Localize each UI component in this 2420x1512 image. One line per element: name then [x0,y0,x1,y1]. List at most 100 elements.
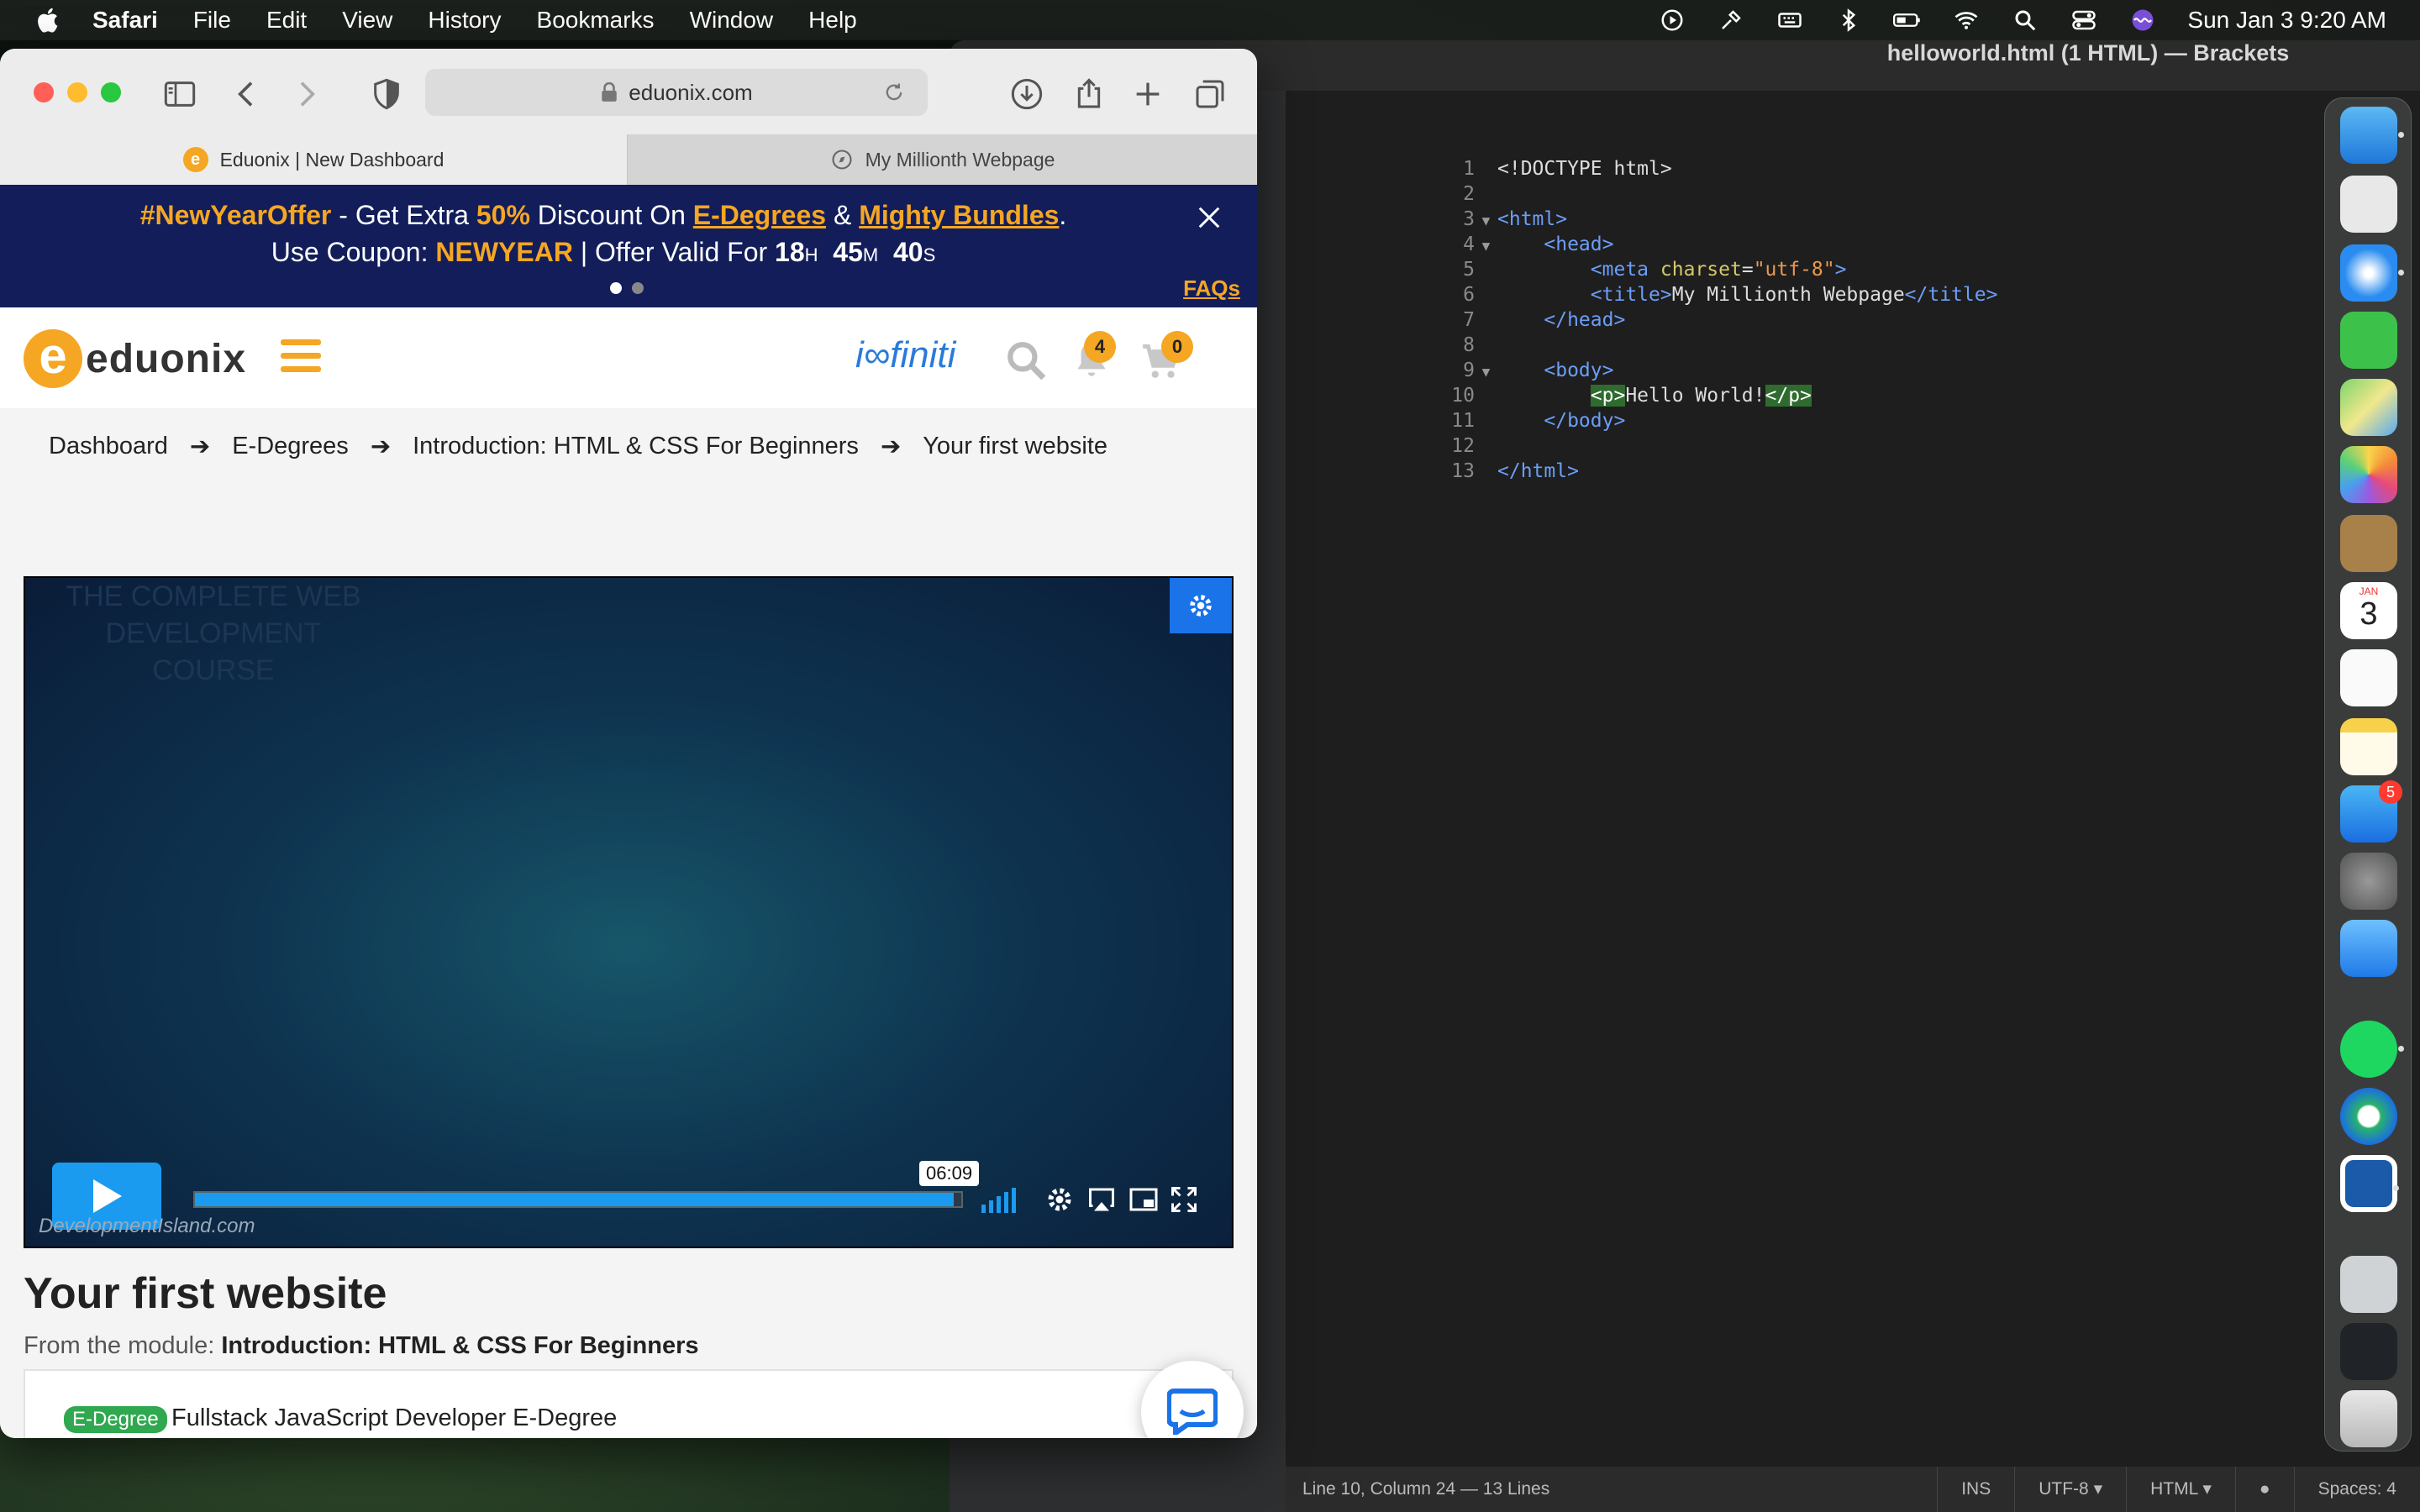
share-icon[interactable] [1072,77,1106,111]
code-editor[interactable]: 1 <!DOCTYPE html> 2 3 ▼ <html> 4 ▼ <head> 5 … [1286,91,2420,1512]
breadcrumb-module[interactable]: Introduction: HTML & CSS For Beginners [413,433,859,460]
volume-level-icon[interactable] [981,1183,1016,1213]
reminders-icon[interactable] [2340,649,2397,706]
close-window-button[interactable] [34,82,54,102]
indent-spaces[interactable]: Spaces: 4 [2293,1467,2420,1512]
code-line[interactable]: 8 [1286,333,1475,358]
menu-window[interactable]: Window [690,7,774,34]
reload-icon[interactable] [882,81,906,104]
recent-window-icon[interactable] [2340,1323,2397,1380]
privacy-shield-icon[interactable] [370,77,403,111]
code-line[interactable]: 4 ▼ <head> [1286,232,1613,257]
downloads-stack-icon[interactable] [2340,1256,2397,1313]
close-icon[interactable] [1197,205,1222,230]
mail-icon[interactable] [2340,920,2397,977]
siri-icon[interactable] [2128,8,2157,33]
promo-hashtag[interactable]: #NewYearOffer [140,200,332,230]
fullscreen-icon[interactable] [1168,1184,1200,1215]
menu-bookmarks[interactable]: Bookmarks [537,7,655,34]
minimize-window-button[interactable] [67,82,87,102]
menu-help[interactable]: Help [808,7,857,34]
code-line[interactable]: 13 </html> [1286,459,1579,484]
menu-history[interactable]: History [428,7,501,34]
promo-text: | Offer Valid For [572,237,776,267]
code-line[interactable]: 9 ▼ <body> [1286,358,1613,383]
picture-in-picture-icon[interactable] [1128,1184,1160,1215]
launchpad-icon[interactable] [2340,176,2397,233]
battery-icon[interactable] [1893,8,1922,33]
module-name[interactable]: Introduction: HTML & CSS For Beginners [221,1332,698,1359]
fold-arrow-icon[interactable]: ▼ [1475,208,1497,234]
zoom-window-button[interactable] [101,82,121,102]
tab-overview-icon[interactable] [1193,77,1227,111]
finder-icon[interactable] [2340,107,2404,164]
encoding-select[interactable]: UTF-8 ▾ [2014,1467,2126,1512]
new-tab-icon[interactable] [1131,77,1165,111]
keyboard-icon[interactable] [1776,8,1804,33]
photos-icon[interactable] [2340,446,2397,503]
code-line[interactable]: 7 </head> [1286,307,1625,333]
wifi-icon[interactable] [1952,8,1981,33]
apple-menu-icon[interactable] [34,5,64,35]
trash-icon[interactable] [2340,1390,2397,1447]
downloads-icon[interactable] [1010,77,1044,111]
code-line[interactable]: 3 ▼ <html> [1286,207,1567,232]
app-store-icon[interactable]: 5 [2340,780,2402,843]
video-settings-button[interactable] [1170,578,1232,633]
tab-eduonix-dashboard[interactable]: e Eduonix | New Dashboard [0,134,627,185]
promo-bundles-link[interactable]: Mighty Bundles [859,200,1059,230]
code-line[interactable]: 1 <!DOCTYPE html> [1286,156,1672,181]
bluetooth-icon[interactable] [1834,8,1863,33]
control-center-icon[interactable] [2070,8,2098,33]
notes-icon[interactable] [2340,718,2397,775]
maps-icon[interactable] [2340,379,2397,436]
tools-icon[interactable] [1717,8,1745,33]
menubar-clock[interactable]: Sun Jan 3 9:20 AM [2187,7,2386,34]
menu-edit[interactable]: Edit [266,7,307,34]
video-quality-gear-icon[interactable] [1044,1184,1076,1215]
breadcrumb-dashboard[interactable]: Dashboard [49,433,168,460]
code-line[interactable]: 12 [1286,433,1475,459]
airplay-icon[interactable] [1086,1184,1118,1215]
insert-mode-toggle[interactable]: INS [1937,1467,2014,1512]
carousel-dot[interactable] [632,282,644,294]
faqs-link[interactable]: FAQs [1183,276,1240,302]
find-my-icon[interactable] [2340,1088,2397,1145]
spotlight-search-icon[interactable] [2011,8,2039,33]
code-line[interactable]: 6 <title>My Millionth Webpage</title> [1286,282,1997,307]
messages-icon[interactable] [2340,312,2397,369]
infiniti-link[interactable]: i∞finiti [855,334,955,376]
contacts-icon[interactable] [2340,515,2397,572]
fold-arrow-icon[interactable]: ▼ [1475,234,1497,259]
linter-status-icon[interactable]: ● [2234,1467,2294,1512]
code-line[interactable]: 2 [1286,181,1475,207]
eduonix-logo[interactable]: e eduonix [24,329,246,388]
brackets-app-icon[interactable] [2340,1155,2399,1212]
menu-view[interactable]: View [342,7,392,34]
carousel-dot[interactable] [610,282,622,294]
search-icon[interactable] [1005,339,1047,381]
sidebar-toggle-icon[interactable] [163,77,197,111]
menu-file[interactable]: File [193,7,231,34]
video-player[interactable]: THE COMPLETE WEB DEVELOPMENT COURSE 06:0… [24,576,1234,1248]
promo-edegrees-link[interactable]: E-Degrees [693,200,826,230]
video-progress-bar[interactable] [193,1191,963,1208]
calendar-icon[interactable]: JAN 3 [2340,582,2397,639]
language-select[interactable]: HTML ▾ [2126,1467,2235,1512]
safari-icon[interactable] [2340,244,2404,302]
code-line[interactable]: 11 </body> [1286,408,1625,433]
system-preferences-icon[interactable] [2340,853,2397,910]
back-icon[interactable] [230,77,264,111]
hamburger-menu-icon[interactable] [281,339,321,375]
spotify-icon[interactable] [2340,1021,2404,1078]
edegree-accordion[interactable]: E-Degree Fullstack JavaScript Developer … [24,1369,1234,1438]
code-line[interactable]: 5 <meta charset="utf-8"> [1286,257,1846,282]
play-circle-icon[interactable] [1658,8,1686,33]
forward-icon[interactable] [289,77,323,111]
tab-my-millionth-webpage[interactable]: My Millionth Webpage [627,134,1257,185]
address-bar[interactable]: eduonix.com [425,69,928,116]
menu-app-safari[interactable]: Safari [92,7,158,34]
fold-arrow-icon[interactable]: ▼ [1475,360,1497,385]
breadcrumb-edegrees[interactable]: E-Degrees [232,433,349,460]
code-line[interactable]: 10 <p>Hello World!</p> [1286,383,1812,408]
